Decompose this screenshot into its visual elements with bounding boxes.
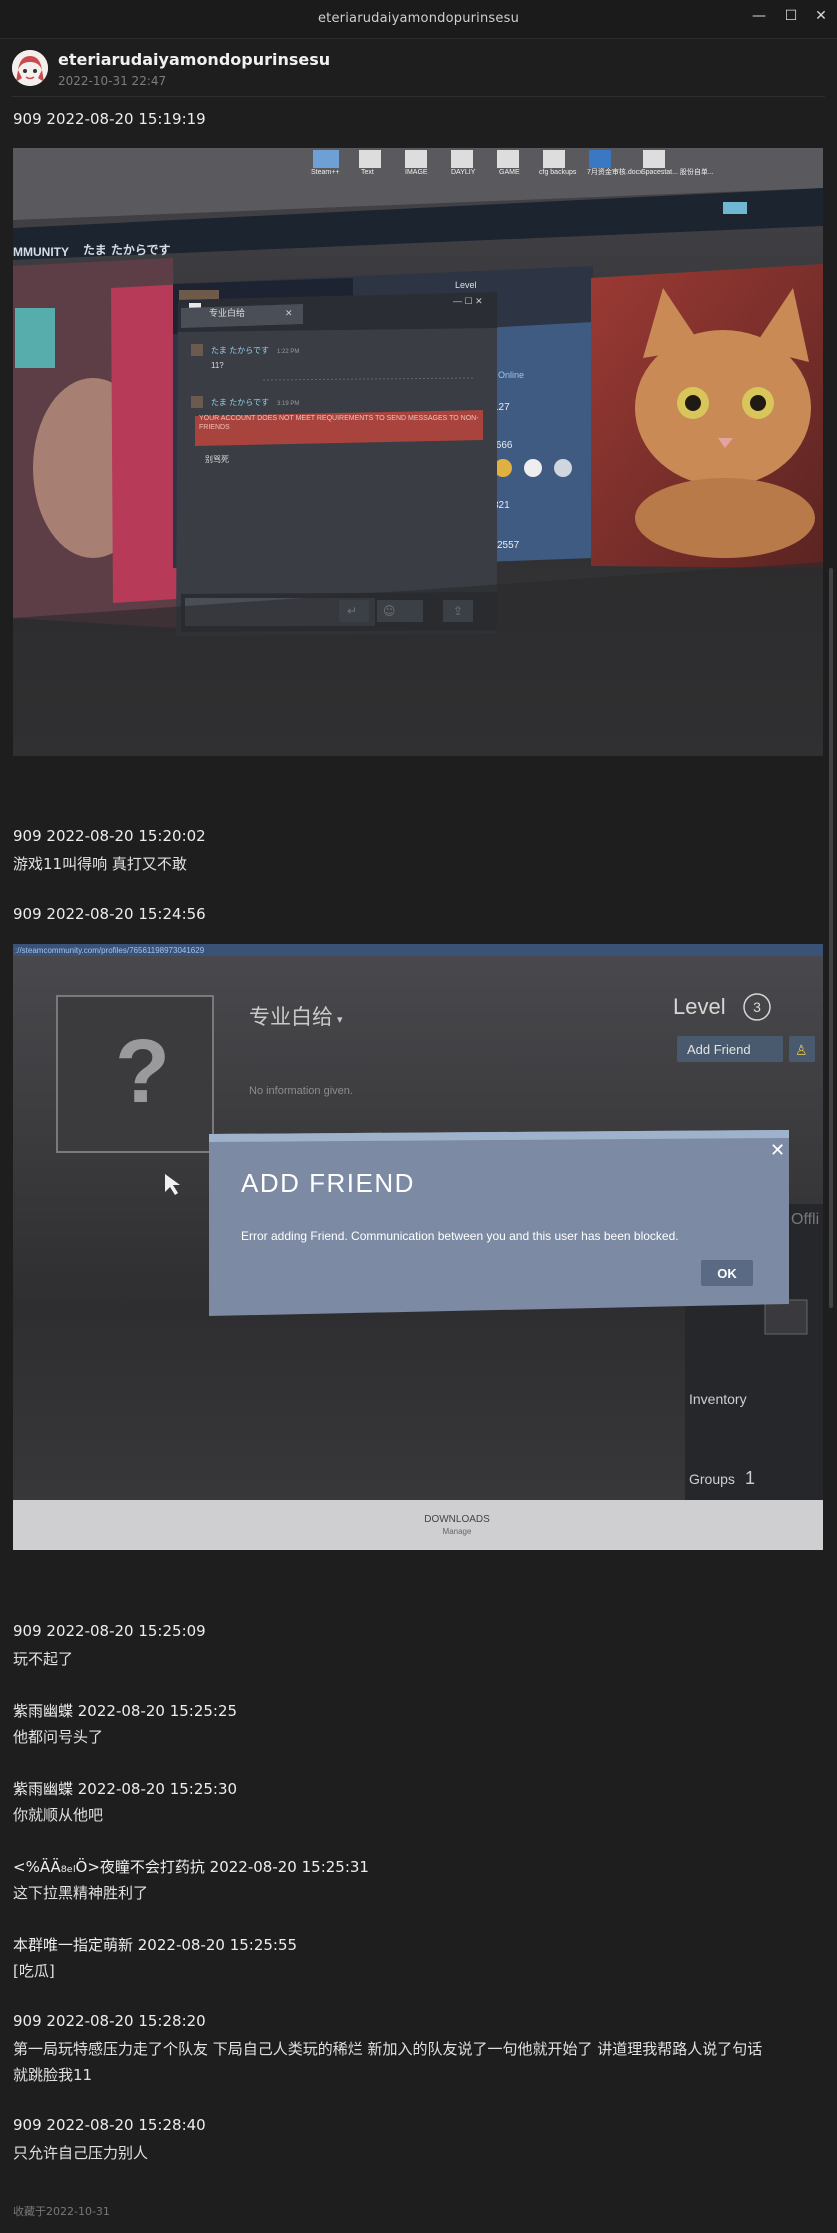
question-mark-icon: ? xyxy=(115,1022,170,1122)
saved-date-footer: 收藏于2022-10-31 xyxy=(13,2205,110,2218)
chat-photo-2[interactable]: ://steamcommunity.com/profiles/765611989… xyxy=(13,944,823,1550)
desktop-icon-label: GAME xyxy=(499,169,520,176)
message-text: 这下拉黑精神胜利了 xyxy=(13,1884,149,1902)
message-header: 909 2022-08-20 15:25:09 xyxy=(13,1622,206,1640)
desktop-icon-label: 7月资金审核.docx xyxy=(587,167,643,176)
chat-window-controls[interactable]: — ☐ ✕ xyxy=(453,296,483,306)
desktop-icon-label: cfg backups xyxy=(539,169,577,176)
groups-link[interactable]: Groups xyxy=(689,1471,735,1487)
chat-sender: たま たからです xyxy=(211,398,269,407)
dropdown-icon[interactable]: ▾ xyxy=(337,1013,343,1026)
message-text: 玩不起了 xyxy=(13,1650,74,1668)
message-header: 909 2022-08-20 15:28:20 xyxy=(13,2012,206,2030)
inventory-link[interactable]: Inventory xyxy=(689,1391,747,1407)
dialog-message: Error adding Friend. Communication betwe… xyxy=(241,1229,679,1243)
desktop-icon-label: Spacestat... 股份自单... xyxy=(641,167,714,176)
groups-count: 1 xyxy=(745,1468,755,1488)
message-header: 紫雨幽蝶 2022-08-20 15:25:25 xyxy=(13,1702,238,1720)
ok-label: OK xyxy=(717,1266,737,1281)
chat-sender: たま たからです xyxy=(211,346,269,355)
dialog-close-icon[interactable]: ✕ xyxy=(770,1140,785,1161)
badge-icon: ♙ xyxy=(795,1043,808,1059)
message-header: <%ÄÄ₈ₑₗÖ>夜瞳不会打药抗 2022-08-20 15:25:31 xyxy=(13,1858,369,1876)
title-bar: eteriarudaiyamondopurinsesu — ☐ ✕ xyxy=(0,0,837,39)
chat-message: 11? xyxy=(211,361,224,370)
message-text: 游戏11叫得响 真打又不敢 xyxy=(13,855,187,873)
no-info-text: No information given. xyxy=(249,1085,353,1097)
stat-value: 2557 xyxy=(497,540,520,551)
post-header: eteriarudaiyamondopurinsesu 2022-10-31 2… xyxy=(0,38,837,98)
close-button[interactable]: ✕ xyxy=(806,4,836,28)
message-text: 只允许自己压力别人 xyxy=(13,2144,149,2162)
message-text: 第一局玩特感压力走了个队友 下局自己人类玩的稀烂 新加入的队友说了一句他就开始了… xyxy=(13,2040,763,2058)
message-header: 909 2022-08-20 15:20:02 xyxy=(13,827,206,845)
add-friend-label: Add Friend xyxy=(687,1042,751,1057)
author-name[interactable]: eteriarudaiyamondopurinsesu xyxy=(58,50,330,69)
profile-name: 专业白给 xyxy=(249,1005,333,1029)
manage-label[interactable]: Manage xyxy=(443,1527,472,1536)
offline-status: Offli xyxy=(791,1211,819,1228)
scrollbar[interactable] xyxy=(827,38,835,2233)
message-text: 你就顺从他吧 xyxy=(13,1806,104,1824)
community-label: MMUNITY xyxy=(13,245,69,259)
divider xyxy=(12,96,825,97)
message-text: [吃瓜] xyxy=(13,1962,55,1980)
minimize-button[interactable]: — xyxy=(744,4,774,28)
post-date: 2022-10-31 22:47 xyxy=(58,74,167,88)
profile-name-top: たま たからです xyxy=(83,243,170,257)
chat-message: 别骂死 xyxy=(205,455,229,464)
profile-url[interactable]: ://steamcommunity.com/profiles/765611989… xyxy=(15,946,205,955)
chat-photo-1[interactable]: Steam++ Text IMAGE DAYLIY GAME cfg backu… xyxy=(13,148,823,756)
desktop-icon-label: IMAGE xyxy=(405,169,428,176)
desktop-icon-label: Steam++ xyxy=(311,169,339,176)
message-header: 909 2022-08-20 15:28:40 xyxy=(13,2116,206,2134)
message-header: 909 2022-08-20 15:24:56 xyxy=(13,905,206,923)
level-value: 3 xyxy=(753,999,761,1015)
level-label: Level xyxy=(673,994,726,1019)
window-title: eteriarudaiyamondopurinsesu xyxy=(317,11,520,26)
message-text: 他都问号头了 xyxy=(13,1728,104,1746)
chat-error-text: YOUR ACCOUNT DOES NOT MEET REQUIREMENTS … xyxy=(199,415,479,431)
level-label: Level xyxy=(455,280,477,290)
chat-timestamp: 3:19 PM xyxy=(277,401,299,407)
scrollbar-thumb[interactable] xyxy=(829,568,833,1308)
chat-timestamp: 1:22 PM xyxy=(277,349,299,355)
message-header: 909 2022-08-20 15:19:19 xyxy=(13,110,206,128)
desktop-icon-label: Text xyxy=(361,169,374,176)
dialog-title: ADD FRIEND xyxy=(241,1168,415,1198)
add-friend-dialog[interactable]: ✕ ADD FRIEND Error adding Friend. Commun… xyxy=(209,1130,789,1316)
avatar[interactable] xyxy=(12,50,48,86)
desktop-icon-label: DAYLIY xyxy=(451,169,476,176)
chat-window[interactable]: 专业白给 ✕ — ☐ ✕ たま たからです 1:22 PM 11? たま たから… xyxy=(176,292,497,636)
chat-window-title: 专业白给 xyxy=(209,307,245,319)
message-header: 紫雨幽蝶 2022-08-20 15:25:30 xyxy=(13,1780,238,1798)
maximize-button[interactable]: ☐ xyxy=(776,4,806,28)
message-header: 本群唯一指定萌新 2022-08-20 15:25:55 xyxy=(13,1936,298,1954)
downloads-label[interactable]: DOWNLOADS xyxy=(424,1514,490,1525)
message-text-continued: 就跳脸我11 xyxy=(13,2066,93,2084)
chat-tab-close-icon[interactable]: ✕ xyxy=(285,308,293,318)
